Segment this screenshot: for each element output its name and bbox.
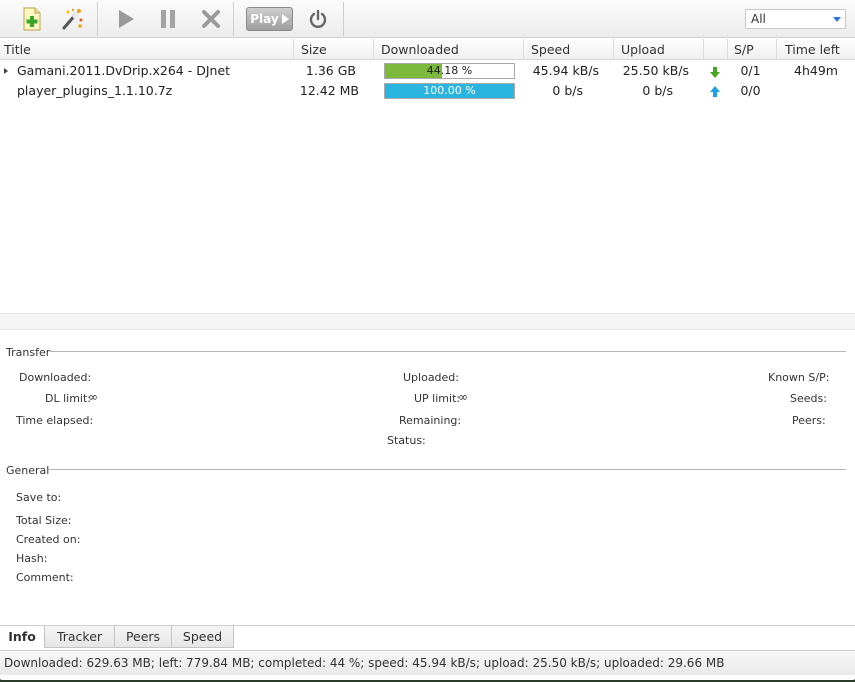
torrent-title: player_plugins_1.1.10.7z	[17, 83, 173, 98]
toolbar-group-control	[104, 2, 234, 36]
progress-text: 44.18 %	[426, 64, 473, 77]
add-torrent-button[interactable]	[12, 2, 52, 36]
torrent-sp: 0/0	[740, 83, 761, 98]
play-icon	[118, 10, 134, 28]
dl-limit-value[interactable]: ∞	[88, 390, 98, 404]
general-section-title: General	[6, 464, 50, 477]
torrent-size: 1.36 GB	[305, 63, 356, 78]
tab-peers[interactable]: Peers	[115, 626, 172, 648]
peers-label: Peers:	[792, 414, 826, 427]
column-header-sp[interactable]: S/P	[728, 39, 777, 60]
progress-bar: 100.00 %	[384, 83, 515, 99]
play-media-button[interactable]: Play	[246, 7, 293, 31]
tab-info[interactable]: Info	[0, 626, 45, 648]
up-arrow-icon	[709, 84, 721, 104]
status-label: Status:	[387, 434, 426, 447]
pause-icon	[161, 10, 176, 28]
transfer-section-title: Transfer	[6, 346, 51, 359]
start-button[interactable]	[104, 2, 148, 36]
wizard-button[interactable]	[52, 2, 92, 36]
status-bar: Downloaded: 629.63 MB; left: 779.84 MB; …	[0, 650, 855, 675]
total-size-label: Total Size:	[16, 514, 72, 527]
table-row[interactable]: Gamani.2011.DvDrip.x264 - DJnet 1.36 GB …	[0, 61, 855, 81]
play-arrow-icon	[281, 14, 289, 24]
filter-value: All	[751, 12, 766, 26]
remaining-label: Remaining:	[399, 414, 462, 427]
general-divider	[48, 469, 846, 470]
downloaded-label: Downloaded:	[19, 371, 92, 384]
filter-dropdown[interactable]: All	[745, 9, 846, 29]
tab-speed[interactable]: Speed	[172, 626, 234, 648]
power-button[interactable]	[305, 7, 331, 31]
pause-button[interactable]	[148, 2, 190, 36]
hash-label: Hash:	[16, 552, 48, 565]
progress-text: 100.00 %	[423, 84, 476, 97]
column-header-downloaded[interactable]: Downloaded	[374, 39, 524, 60]
up-limit-value[interactable]: ∞	[458, 390, 468, 404]
play-button-label: Play	[250, 12, 279, 26]
table-row[interactable]: player_plugins_1.1.10.7z 12.42 MB 100.00…	[0, 81, 855, 101]
torrent-speed: 45.94 kB/s	[532, 63, 599, 78]
tab-tracker[interactable]: Tracker	[45, 626, 115, 648]
known-sp-label: Known S/P:	[768, 371, 830, 384]
toolbar-group-add	[12, 2, 98, 36]
column-header-title[interactable]: Title	[0, 39, 294, 60]
up-limit-label: UP limit:	[414, 392, 461, 405]
app-window: Play All Title Size Downloaded Speed Upl…	[0, 0, 855, 680]
torrent-table-header: Title Size Downloaded Speed Upload S/P T…	[0, 39, 855, 60]
seeds-label: Seeds:	[790, 392, 827, 405]
torrent-upload: 25.50 kB/s	[622, 63, 689, 78]
details-tabs: Info Tracker Peers Speed	[0, 625, 855, 648]
magic-wand-icon	[62, 8, 83, 30]
save-to-label: Save to:	[16, 491, 62, 504]
transfer-divider	[50, 351, 846, 352]
column-header-time-left[interactable]: Time left	[777, 39, 855, 60]
expand-arrow-icon[interactable]	[4, 68, 8, 74]
toolbar: Play All	[0, 0, 855, 38]
torrent-time-left: 4h49m	[794, 63, 838, 78]
torrent-upload: 0 b/s	[642, 83, 673, 98]
column-header-direction[interactable]	[704, 39, 728, 60]
time-elapsed-label: Time elapsed:	[16, 414, 94, 427]
panel-splitter[interactable]	[0, 313, 855, 330]
created-on-label: Created on:	[16, 533, 81, 546]
stop-button[interactable]	[189, 2, 233, 36]
torrent-sp: 0/1	[740, 63, 761, 78]
chevron-down-icon	[833, 17, 841, 22]
uploaded-label: Uploaded:	[403, 371, 459, 384]
torrent-title: Gamani.2011.DvDrip.x264 - DJnet	[17, 63, 231, 78]
torrent-size: 12.42 MB	[299, 83, 359, 98]
stop-icon	[202, 10, 221, 28]
torrent-speed: 0 b/s	[552, 83, 583, 98]
add-torrent-icon	[23, 7, 41, 31]
column-header-speed[interactable]: Speed	[524, 39, 614, 60]
dl-limit-label: DL limit:	[45, 392, 91, 405]
progress-bar: 44.18 %	[384, 63, 515, 79]
power-icon	[309, 9, 327, 28]
column-header-upload[interactable]: Upload	[614, 39, 704, 60]
column-header-size[interactable]: Size	[294, 39, 374, 60]
comment-label: Comment:	[16, 571, 74, 584]
